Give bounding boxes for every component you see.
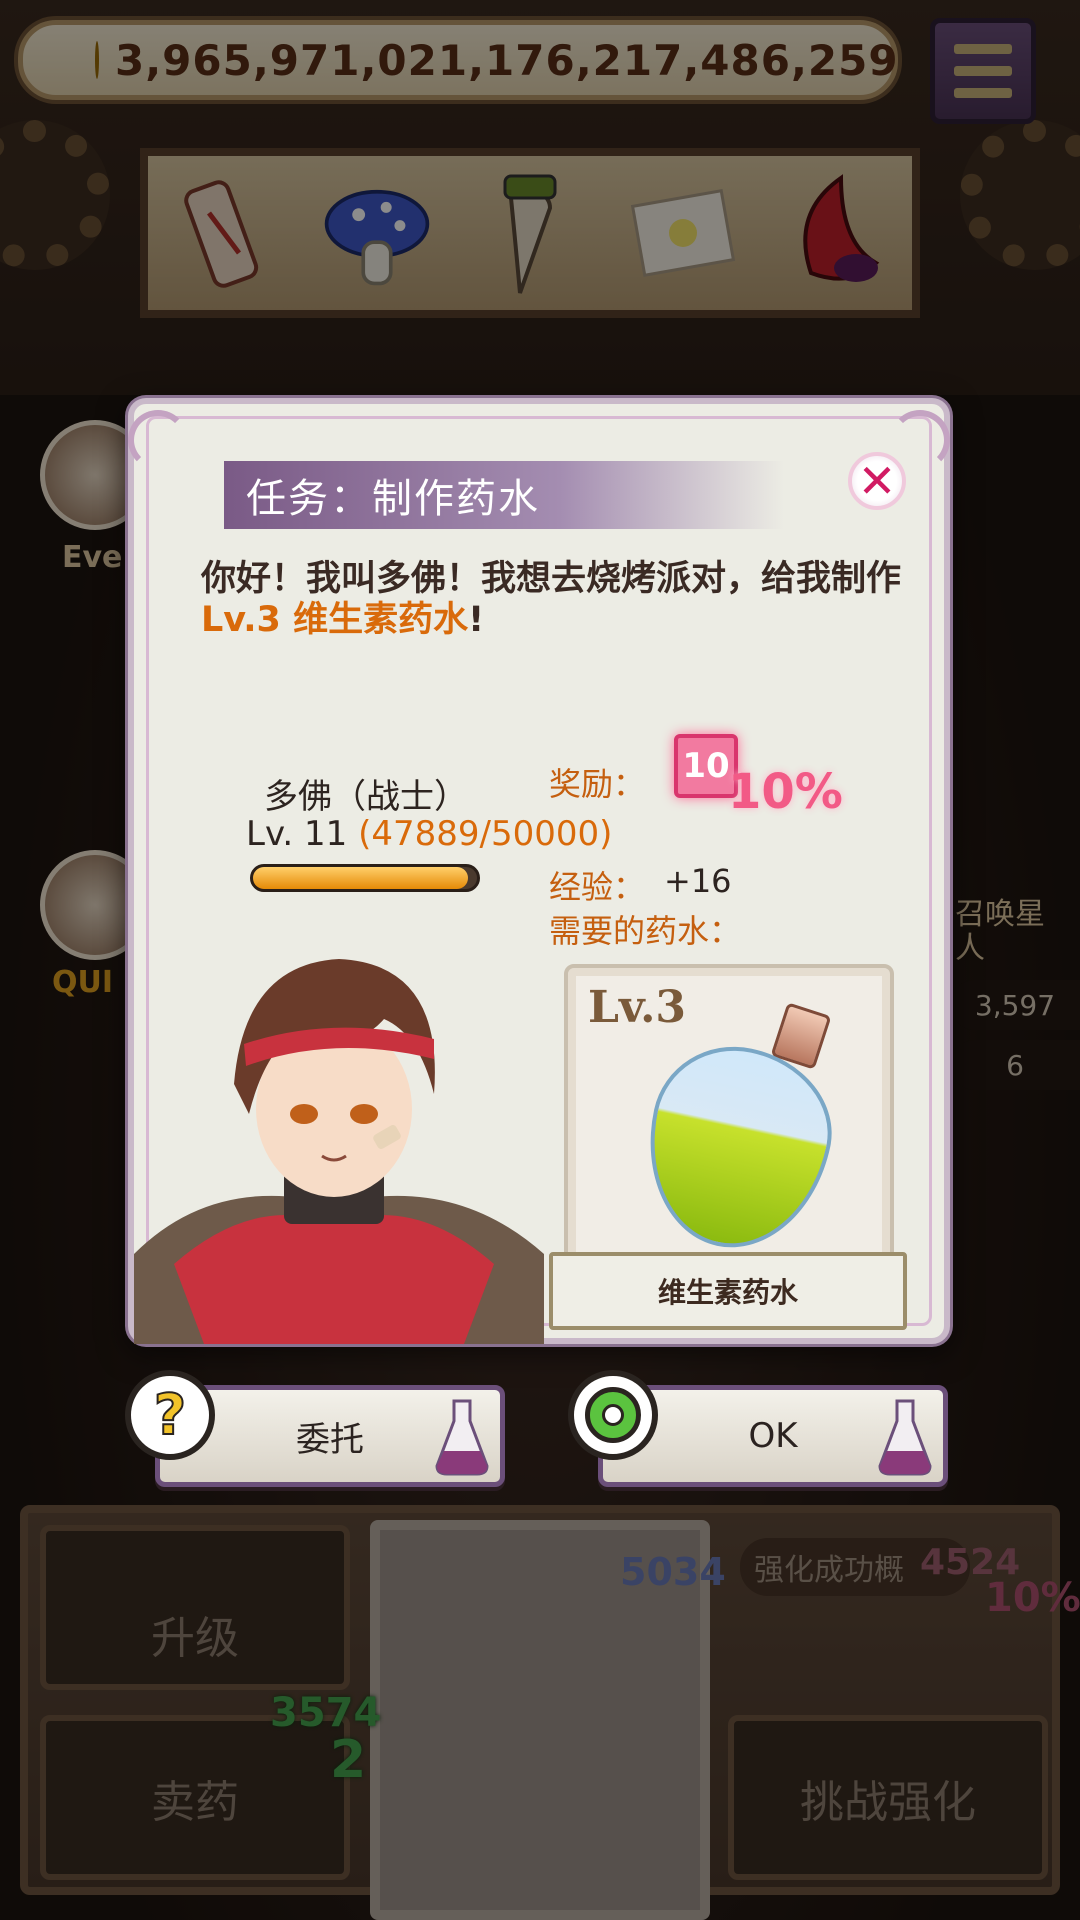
delegate-label: 委托: [296, 1419, 364, 1460]
reward-percent: 10%: [728, 764, 843, 820]
quest-description-text: 你好！我叫多佛！我想去烧烤派对，给我制作: [201, 559, 902, 599]
ok-label: OK: [748, 1416, 798, 1456]
potion-name-plate: 维生素药水: [549, 1252, 907, 1330]
ok-bubble-icon: [568, 1370, 658, 1460]
close-button[interactable]: ✕: [848, 452, 906, 510]
needed-potion-card: Lv.3: [564, 964, 894, 1274]
customer-xp-bar: [250, 864, 480, 892]
question-mark-icon: ?: [153, 1382, 188, 1449]
corner-ornament-icon: [890, 410, 950, 470]
customer-xp-fill: [253, 867, 468, 889]
ok-button[interactable]: OK: [568, 1370, 948, 1487]
customer-portrait: [134, 924, 544, 1344]
question-bubble-icon: ?: [125, 1370, 215, 1460]
quest-description: 你好！我叫多佛！我想去烧烤派对，给我制作Lv.3 维生素药水!: [201, 559, 901, 641]
flask-decoration-icon: [878, 1399, 932, 1476]
reward-badge-number: 10: [682, 746, 730, 786]
flask-decoration-icon: [435, 1399, 489, 1476]
quest-title: 任务：制作药水: [246, 476, 540, 522]
reward-badge: 10 10%: [674, 734, 843, 824]
quest-dialog: 任务：制作药水 ✕ 你好！我叫多佛！我想去烧烤派对，给我制作Lv.3 维生素药水…: [128, 398, 950, 1344]
experience-value: +16: [664, 862, 732, 900]
potion-level: Lv.3: [588, 982, 687, 1033]
green-ok-icon: [585, 1387, 641, 1443]
experience-label: 经验：: [549, 868, 646, 906]
customer-name: 多佛（战士）: [264, 777, 468, 817]
quest-target-potion: Lv.3 维生素药水: [201, 600, 469, 640]
customer-xp: (47889/50000): [358, 814, 613, 854]
customer-level: Lv. 11 (47889/50000): [246, 814, 612, 854]
quest-title-banner: 任务：制作药水: [224, 461, 784, 529]
reward-label: 奖励：: [549, 765, 646, 803]
delegate-button[interactable]: ? 委托: [125, 1370, 505, 1487]
needed-potion-label: 需要的药水：: [549, 912, 742, 950]
corner-ornament-icon: [128, 410, 188, 470]
potion-name: 维生素药水: [657, 1276, 798, 1309]
close-icon: ✕: [857, 454, 897, 508]
quest-description-end: !: [468, 600, 485, 640]
customer-level-prefix: Lv. 11: [246, 814, 348, 854]
